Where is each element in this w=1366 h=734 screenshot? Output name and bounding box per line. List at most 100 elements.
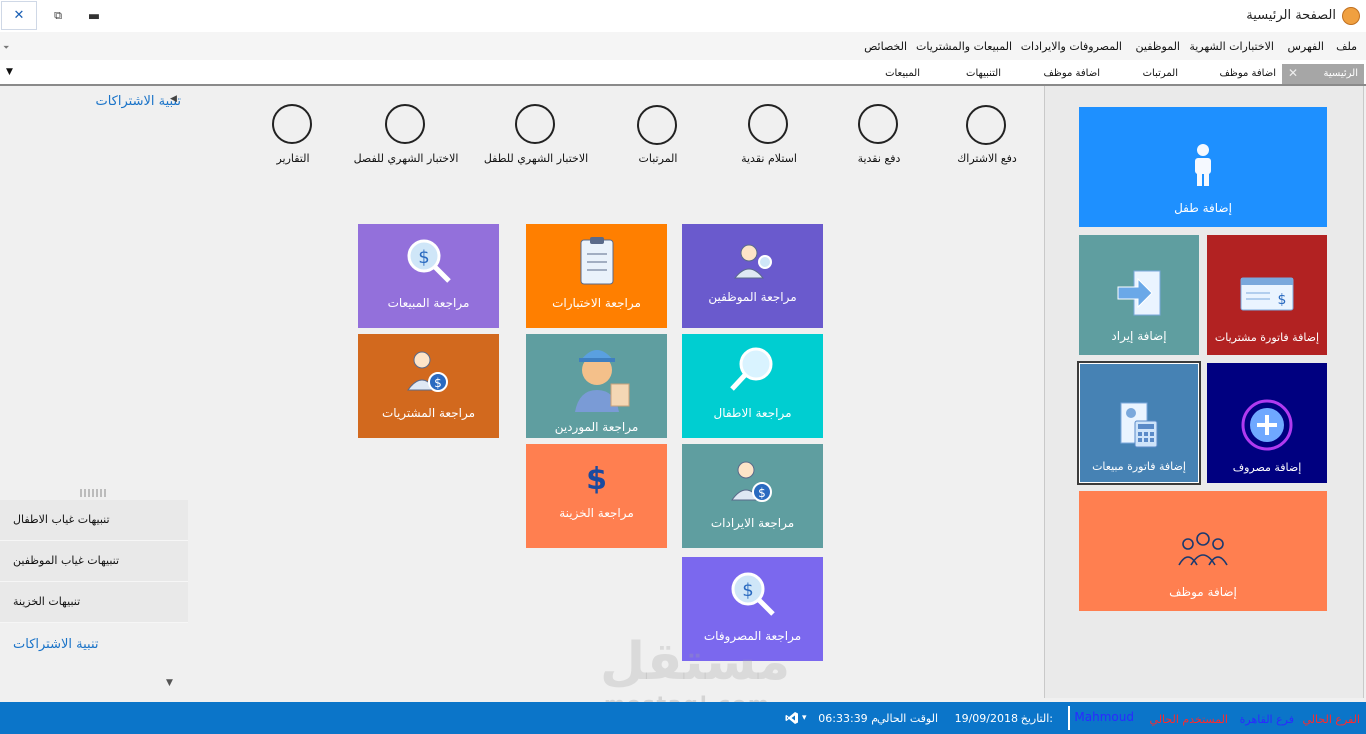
tile-label: إضافة مصروف bbox=[1232, 461, 1302, 474]
magnifier-icon bbox=[729, 347, 772, 391]
reports-circle-icon[interactable] bbox=[272, 104, 312, 144]
menu-employees[interactable]: الموظفين bbox=[1136, 40, 1180, 53]
sign-in-icon bbox=[1117, 270, 1161, 316]
shortcut-salaries[interactable]: المرتبات bbox=[639, 152, 678, 165]
shortcut-class-monthly-test[interactable]: الاختبار الشهري للفصل bbox=[354, 152, 459, 165]
date-label: التاريخ: bbox=[1020, 712, 1053, 725]
child-test-circle-icon[interactable] bbox=[515, 104, 555, 144]
child-icon bbox=[1195, 144, 1211, 186]
current-branch-label: الفرع الحالي bbox=[1302, 713, 1360, 726]
salaries-circle-icon[interactable] bbox=[637, 105, 677, 145]
shortcut-subscription-payment[interactable]: دفع الاشتراك bbox=[957, 152, 1017, 165]
menu-properties[interactable]: الخصائص bbox=[864, 40, 907, 53]
svg-text:$: $ bbox=[434, 376, 442, 390]
class-test-circle-icon[interactable] bbox=[385, 104, 425, 144]
close-button[interactable]: ✕ bbox=[1, 1, 37, 30]
tab-salaries[interactable]: المرتبات bbox=[1143, 68, 1178, 79]
menu-file[interactable]: ملف bbox=[1336, 40, 1357, 53]
tab-home-label: الرئيسية bbox=[1323, 68, 1358, 79]
shortcut-cash-receipt[interactable]: استلام نقدية bbox=[741, 152, 797, 165]
app-avatar-icon bbox=[1342, 7, 1360, 25]
time-label: الوقت الحالي bbox=[876, 712, 938, 725]
svg-text:$: $ bbox=[742, 580, 753, 601]
tile-label: إضافة موظف bbox=[1169, 585, 1237, 599]
alert-treasury[interactable]: تنبيهات الخزينة bbox=[0, 582, 188, 623]
svg-text:$: $ bbox=[1278, 292, 1287, 308]
review-treasury-tile[interactable]: $ مراجعة الخزينة bbox=[526, 444, 667, 548]
tile-label: مراجعة الاختبارات bbox=[552, 296, 641, 310]
scroll-down-icon[interactable]: ▼ bbox=[166, 678, 173, 688]
review-purchases-tile[interactable]: $ مراجعة المشتريات bbox=[358, 334, 499, 438]
employee-search-icon bbox=[733, 244, 772, 279]
dollar-icon: $ bbox=[586, 462, 607, 497]
tile-label: مراجعة الموظفين bbox=[708, 290, 797, 304]
window-title: الصفحة الرئيسية bbox=[1246, 8, 1336, 23]
tile-label: إضافة طفل bbox=[1174, 201, 1232, 215]
review-tests-tile[interactable]: مراجعة الاختبارات bbox=[526, 224, 667, 328]
money-search-icon: $ bbox=[407, 239, 451, 283]
cash-payment-circle-icon[interactable] bbox=[858, 104, 898, 144]
tile-label: مراجعة الخزينة bbox=[559, 506, 634, 520]
menu-overflow-icon[interactable]: ⏷ bbox=[3, 43, 9, 53]
current-user-label: المستخدم الحالي bbox=[1149, 713, 1228, 726]
tab-sales[interactable]: المبيعات bbox=[885, 68, 920, 79]
splitter-grip[interactable] bbox=[80, 489, 108, 497]
title-bar bbox=[0, 0, 1366, 33]
current-branch-value: فرع القاهرة bbox=[1239, 713, 1294, 726]
current-user-value: Mahmoud bbox=[1074, 710, 1134, 724]
review-suppliers-tile[interactable]: مراجعة الموردين bbox=[526, 334, 667, 438]
shortcut-cash-payment[interactable]: دفع نقدية bbox=[858, 152, 901, 165]
alert-item-label: تنبيهات غياب الموظفين bbox=[13, 554, 120, 567]
review-sales-tile[interactable]: $ مراجعة المبيعات bbox=[358, 224, 499, 328]
add-revenue-tile[interactable]: إضافة إيراد bbox=[1079, 235, 1199, 355]
tile-label: مراجعة الايرادات bbox=[710, 516, 795, 530]
tile-label: إضافة فاتورة مبيعات bbox=[1092, 460, 1186, 473]
add-sales-invoice-tile[interactable]: إضافة فاتورة مبيعات bbox=[1077, 361, 1201, 485]
tab-add-employee[interactable]: اضافة موظف bbox=[1220, 68, 1276, 79]
shortcut-reports[interactable]: التقارير bbox=[276, 152, 309, 165]
minimize-button[interactable]: ▬ bbox=[80, 6, 108, 26]
tile-label: مراجعة المشتريات bbox=[381, 406, 475, 420]
collapse-arrow-icon[interactable]: ◀ bbox=[170, 94, 177, 104]
delivery-man-icon bbox=[574, 350, 629, 412]
tile-label: مراجعة الاطفال bbox=[713, 406, 792, 420]
people-money-icon: $ bbox=[730, 461, 772, 502]
date-value: 19/09/2018 bbox=[954, 712, 1018, 725]
tab-close-icon[interactable]: ✕ bbox=[1288, 66, 1298, 80]
visual-studio-icon[interactable] bbox=[785, 711, 799, 725]
alert-item-label: تنبيهات غياب الاطفال bbox=[13, 513, 110, 526]
time-value: 06:33:39 م bbox=[818, 712, 878, 725]
menu-index[interactable]: الفهرس bbox=[1287, 40, 1324, 53]
svg-text:$: $ bbox=[758, 486, 766, 500]
shortcut-child-monthly-test[interactable]: الاختبار الشهري للطفل bbox=[484, 152, 588, 165]
add-expense-tile[interactable]: إضافة مصروف bbox=[1207, 363, 1327, 483]
menu-monthly-tests[interactable]: الاختبارات الشهرية bbox=[1189, 40, 1274, 53]
svg-text:$: $ bbox=[418, 247, 429, 268]
tab-alerts[interactable]: التنبيهات bbox=[966, 68, 1001, 79]
review-children-tile[interactable]: مراجعة الاطفال bbox=[682, 334, 823, 438]
menu-bar: ملف الفهرس الاختبارات الشهرية الموظفين ا… bbox=[0, 32, 1366, 60]
tab-add-employee-2[interactable]: اضافة موظف bbox=[1044, 68, 1100, 79]
subscriptions-alert-header[interactable]: تنبية الاشتراكات bbox=[95, 94, 181, 109]
status-dropdown-icon[interactable]: ▾ bbox=[802, 713, 807, 723]
menu-sales-purchases[interactable]: المبيعات والمشتريات bbox=[916, 40, 1012, 53]
tile-label: إضافة إيراد bbox=[1111, 329, 1167, 343]
alert-item-label: تنبيهات الخزينة bbox=[13, 595, 81, 608]
cash-receipt-circle-icon[interactable] bbox=[748, 104, 788, 144]
tabs-dropdown-icon[interactable]: ▼ bbox=[6, 67, 13, 77]
review-revenues-tile[interactable]: $ مراجعة الايرادات bbox=[682, 444, 823, 548]
menu-expenses-revenues[interactable]: المصروفات والايرادات bbox=[1021, 40, 1122, 53]
add-child-tile[interactable]: إضافة طفل bbox=[1079, 107, 1327, 227]
restore-button[interactable]: ⧉ bbox=[44, 6, 72, 26]
subscription-payment-circle-icon[interactable] bbox=[966, 105, 1006, 145]
add-purchase-invoice-tile[interactable]: $ إضافة فاتورة مشتريات bbox=[1207, 235, 1327, 355]
status-divider bbox=[1068, 706, 1070, 730]
subscriptions-alert-footer[interactable]: تنبية الاشتراكات bbox=[13, 637, 99, 652]
alert-employees-absence[interactable]: تنبيهات غياب الموظفين bbox=[0, 541, 188, 582]
add-employee-tile[interactable]: إضافة موظف bbox=[1079, 491, 1327, 611]
watermark-arabic: مستقل bbox=[600, 632, 791, 692]
tab-home[interactable]: الرئيسية ✕ bbox=[1282, 64, 1364, 84]
alert-children-absence[interactable]: تنبيهات غياب الاطفال bbox=[0, 500, 188, 541]
review-employees-tile[interactable]: مراجعة الموظفين bbox=[682, 224, 823, 328]
invoice-calculator-icon bbox=[1120, 402, 1158, 448]
